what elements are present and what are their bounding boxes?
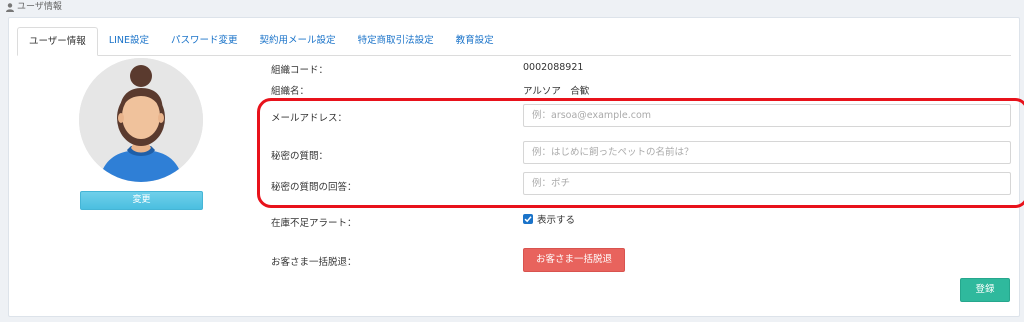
org-name-value: アルソア 合歓	[523, 86, 590, 97]
stock-alert-toggle[interactable]: 表示する	[523, 212, 575, 226]
tab-password-change[interactable]: パスワード変更	[160, 27, 249, 56]
stock-alert-label: 在庫不足アラート：	[271, 218, 357, 229]
register-button[interactable]: 登録	[960, 278, 1010, 302]
secret-question-field[interactable]	[523, 141, 1011, 164]
checkbox-checked-icon[interactable]	[523, 214, 533, 224]
tab-commerce-law[interactable]: 特定商取引法設定	[347, 27, 445, 56]
tab-education[interactable]: 教育設定	[445, 27, 505, 56]
email-field[interactable]	[523, 104, 1011, 127]
org-code-label: 組織コード：	[271, 65, 329, 76]
secret-answer-field[interactable]	[523, 172, 1011, 195]
tab-bar: ユーザー情報 LINE設定 パスワード変更 契約用メール設定 特定商取引法設定 …	[17, 27, 1011, 56]
secret-answer-label: 秘密の質問の回答：	[271, 182, 357, 193]
page-header: ユーザ情報	[0, 0, 1024, 14]
org-code-value: 0002088921	[523, 62, 584, 73]
tab-line-settings[interactable]: LINE設定	[98, 27, 160, 56]
change-avatar-button[interactable]: 変更	[80, 191, 203, 210]
bulk-withdraw-label: お客さま一括脱退：	[271, 257, 357, 268]
page-title: ユーザ情報	[17, 2, 62, 12]
secret-question-label: 秘密の質問：	[271, 151, 329, 162]
user-icon	[6, 2, 14, 12]
avatar	[79, 58, 203, 182]
avatar-illustration	[79, 58, 203, 182]
user-info-card: ユーザー情報 LINE設定 パスワード変更 契約用メール設定 特定商取引法設定 …	[8, 17, 1024, 317]
email-label: メールアドレス：	[271, 113, 348, 124]
tab-user-info[interactable]: ユーザー情報	[17, 27, 98, 56]
stock-alert-checkbox-label: 表示する	[537, 215, 576, 226]
org-name-label: 組織名：	[271, 86, 310, 97]
bulk-withdraw-button[interactable]: お客さま一括脱退	[523, 248, 625, 272]
tab-contract-email[interactable]: 契約用メール設定	[249, 27, 347, 56]
